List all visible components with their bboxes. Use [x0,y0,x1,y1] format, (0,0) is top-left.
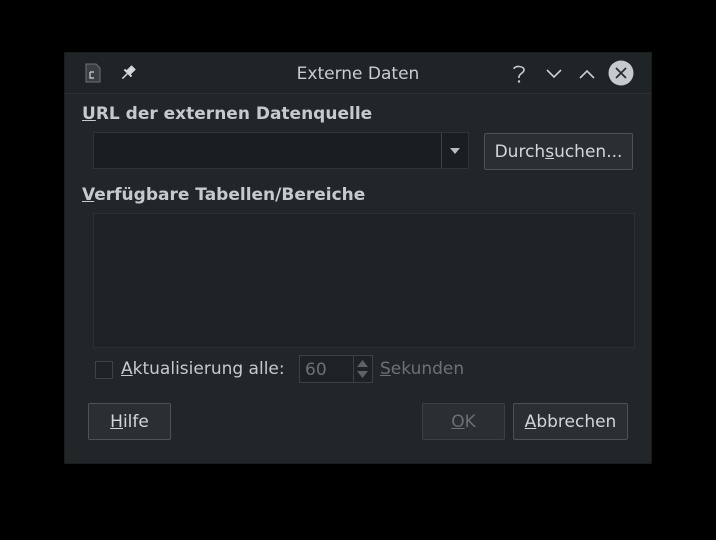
external-data-dialog: Externe Daten URL der externen Datenquel… [65,53,651,463]
close-icon [608,60,634,86]
seconds-label: Sekunden [380,359,465,379]
question-icon [513,65,525,83]
browse-button[interactable]: Durch s uchen... [484,133,633,170]
cancel-button[interactable]: Abbrechen [513,403,628,440]
chevron-up-icon [579,69,595,79]
help-button[interactable]: Hilfe [88,403,171,440]
maximize-button[interactable] [574,61,600,87]
interval-spinbox[interactable]: 60 [299,355,373,383]
url-combobox[interactable] [93,132,469,169]
minimize-button[interactable] [541,61,567,87]
tables-list[interactable] [93,213,635,348]
close-button[interactable] [608,60,634,86]
help-title-button[interactable] [506,61,532,87]
url-section-label: URL der externen Datenquelle [82,104,373,124]
tables-section-label: Verfügbare Tabellen/Bereiche [82,185,366,205]
title-bar[interactable]: Externe Daten [65,53,651,94]
chevron-down-icon [546,69,562,79]
update-checkbox[interactable] [95,361,113,379]
spin-arrows[interactable] [353,356,372,382]
update-label[interactable]: Aktualisierung alle: [121,359,285,379]
spin-down-icon[interactable] [357,371,368,378]
spin-up-icon[interactable] [357,360,368,367]
ok-button[interactable]: OK [422,403,505,440]
triangle-down-icon [450,147,460,154]
url-dropdown-button[interactable] [441,133,468,168]
interval-value[interactable]: 60 [305,360,327,380]
